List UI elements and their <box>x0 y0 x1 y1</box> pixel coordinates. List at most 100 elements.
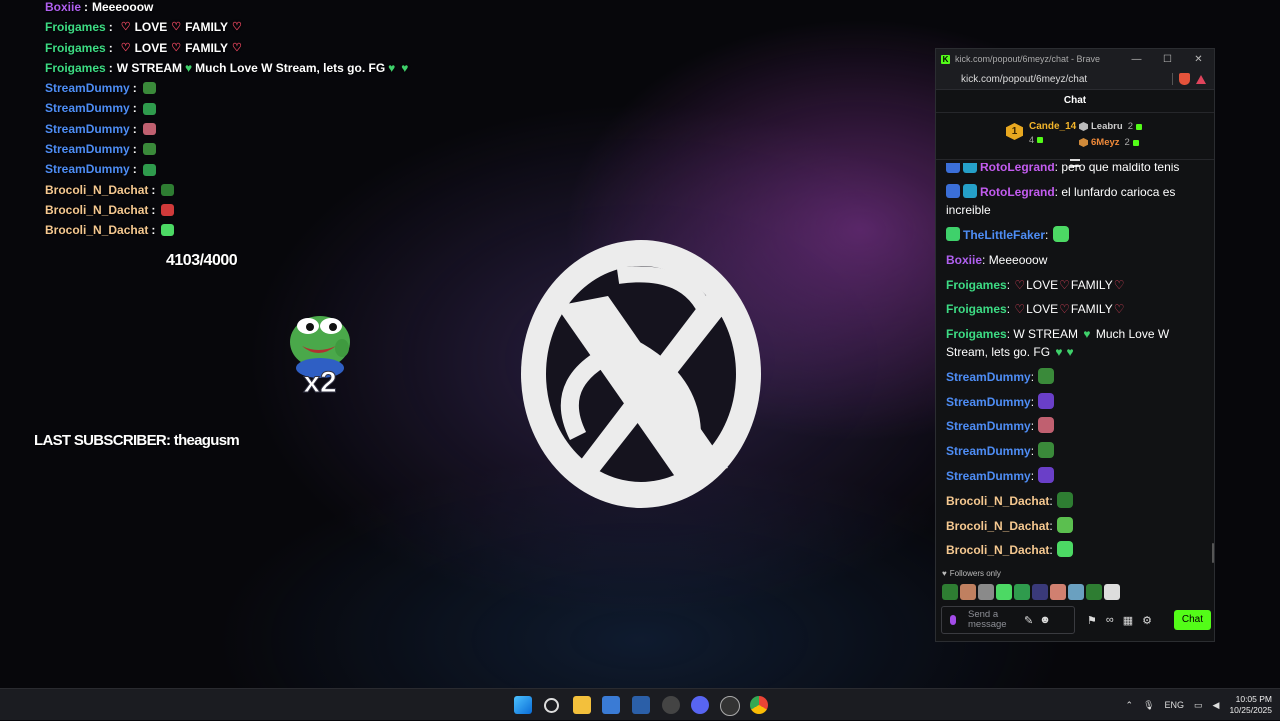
maximize-button[interactable]: ☐ <box>1152 54 1183 65</box>
microphone-icon[interactable] <box>950 615 956 625</box>
divider <box>1172 73 1173 85</box>
recent-emote-icon[interactable] <box>1068 584 1084 600</box>
recent-emote-icon[interactable] <box>978 584 994 600</box>
file-explorer-icon[interactable] <box>573 696 591 714</box>
overlay-chat-user: Brocoli_N_Dachat <box>45 202 149 217</box>
heart-emote-icon: ♡ <box>232 41 242 54</box>
recent-emote-icon[interactable] <box>996 584 1012 600</box>
overlay-chat-line: Brocoli_N_Dachat: <box>45 180 411 200</box>
green-heart-icon: ♥ <box>1083 327 1091 342</box>
network-icon[interactable]: ▭ <box>1194 700 1203 711</box>
multiplier-text: x2 <box>303 366 336 399</box>
overlay-chat-line: Froigames: W STREAM ♥ Much Love W Stream, l… <box>45 58 411 78</box>
chat-message: Brocoli_N_Dachat: <box>946 488 1194 513</box>
leader-3: 6Meyz 2 <box>1079 137 1139 148</box>
store-app-icon[interactable] <box>602 696 620 714</box>
minimize-button[interactable]: — <box>1121 54 1152 65</box>
gift-icon <box>1132 139 1139 146</box>
chat-messages: RotoLegrand: pero que maldito tenis RotoL… <box>936 163 1204 615</box>
chat-username[interactable]: StreamDummy <box>946 444 1031 458</box>
gift-icon <box>1135 123 1142 130</box>
chat-username[interactable]: Froigames <box>946 278 1007 292</box>
chat-composer: Send a message ✎ ☻ ⚑ ∞ ▦ ⚙ Chat <box>941 605 1211 635</box>
chat-message-text: W STREAM <box>1013 327 1082 342</box>
recent-emote-icon[interactable] <box>942 584 958 600</box>
recent-emote-icon[interactable] <box>1032 584 1048 600</box>
emoji-icon[interactable]: ☻ <box>1039 614 1051 626</box>
recent-emote-icon[interactable] <box>1104 584 1120 600</box>
message-input[interactable]: Send a message ✎ ☻ <box>941 606 1075 634</box>
separator: : <box>108 40 113 55</box>
clock[interactable]: 10:05 PM 10/25/2025 <box>1229 694 1272 716</box>
sub-goal-counter: 4103/4000 <box>166 252 238 269</box>
windows-start-icon[interactable] <box>514 696 532 714</box>
brave-rewards-icon[interactable] <box>1196 74 1206 84</box>
app-icon[interactable] <box>632 696 650 714</box>
chat-username[interactable]: Boxiie <box>946 253 982 267</box>
chat-username[interactable]: Froigames <box>946 327 1007 341</box>
volume-icon[interactable]: ◀ <box>1213 700 1220 711</box>
search-icon[interactable] <box>544 698 559 713</box>
gift-subs-icon[interactable]: ⚑ <box>1087 614 1097 627</box>
user-badge-icon <box>963 184 977 199</box>
chat-username[interactable]: StreamDummy <box>946 469 1031 483</box>
settings-gear-icon[interactable]: ⚙ <box>1142 614 1152 627</box>
store-icon[interactable]: ▦ <box>1123 614 1133 627</box>
separator: : <box>132 142 137 157</box>
overlay-chat-text: Much Love W Stream, lets go. FG <box>195 60 386 75</box>
settings-app-icon[interactable] <box>662 696 680 714</box>
chat-username[interactable]: StreamDummy <box>946 419 1031 433</box>
emote-icon <box>1038 392 1055 409</box>
kick-logo-icon: K <box>941 54 950 64</box>
system-tray: ⌃ 🎙 ENG ▭ ◀ 10:05 PM 10/25/2025 <box>1126 689 1272 721</box>
infinity-icon[interactable]: ∞ <box>1106 614 1114 626</box>
recent-emote-icon[interactable] <box>1050 584 1066 600</box>
emote-icon <box>1057 541 1074 558</box>
language-indicator[interactable]: ENG <box>1165 700 1185 710</box>
chrome-icon[interactable] <box>750 696 768 714</box>
emote-icon <box>161 183 175 196</box>
chat-username[interactable]: StreamDummy <box>946 370 1031 384</box>
chat-message: Boxiie: Meeeooow <box>946 252 1048 267</box>
overlay-chat-user: StreamDummy <box>45 121 130 136</box>
windows-taskbar: ⌃ 🎙 ENG ▭ ◀ 10:05 PM 10/25/2025 <box>0 688 1280 720</box>
overlay-chat-line: Brocoli_N_Dachat: <box>45 200 411 220</box>
chat-username[interactable]: RotoLegrand <box>980 163 1055 174</box>
chat-username[interactable]: Brocoli_N_Dachat <box>946 543 1049 557</box>
gift-leaderboard[interactable]: 1 Cande_14 4 Leabru 2 6Meyz 2 <box>936 113 1214 160</box>
rank-1-badge-icon: 1 <box>1006 123 1023 140</box>
last-subscriber-label: LAST SUBSCRIBER: theagusm <box>34 432 240 449</box>
close-button[interactable]: ✕ <box>1183 54 1214 65</box>
chat-username[interactable]: Brocoli_N_Dachat <box>946 494 1049 508</box>
url-text[interactable]: kick.com/popout/6meyz/chat <box>961 74 1087 85</box>
overlay-chat-text: FAMILY <box>185 40 229 55</box>
chat-message: StreamDummy: <box>946 364 1194 389</box>
overlay-chat-user: Froigames <box>45 20 106 35</box>
discord-icon[interactable] <box>691 696 709 714</box>
brave-shields-icon[interactable] <box>1179 73 1190 85</box>
chat-scrollbar[interactable] <box>1212 543 1214 563</box>
separator: : <box>151 182 156 197</box>
send-chat-button[interactable]: Chat <box>1173 610 1211 630</box>
chevron-up-icon[interactable]: ⌃ <box>1126 700 1134 711</box>
overlay-chat-line: StreamDummy: <box>45 119 411 139</box>
chat-username[interactable]: Brocoli_N_Dachat <box>946 519 1049 533</box>
chat-username[interactable]: StreamDummy <box>946 395 1031 409</box>
address-bar[interactable]: kick.com/popout/6meyz/chat <box>936 69 1214 90</box>
emote-icon <box>1038 367 1055 384</box>
chat-message: RotoLegrand: el lunfardo carioca es incr… <box>946 184 1176 218</box>
overlay-chat-text: Meeeooow <box>92 0 154 14</box>
microphone-tray-icon[interactable]: 🎙 <box>1143 700 1154 711</box>
translate-icon[interactable]: ✎ <box>1024 614 1033 627</box>
recent-emote-icon[interactable] <box>1086 584 1102 600</box>
heart-emote-icon: ♡ <box>1059 302 1070 317</box>
recent-emotes-bar[interactable] <box>942 584 1120 600</box>
heart-icon: ♥ <box>942 569 947 578</box>
chat-username[interactable]: RotoLegrand <box>980 185 1055 199</box>
chat-username[interactable]: TheLittleFaker <box>963 228 1045 242</box>
recent-emote-icon[interactable] <box>960 584 976 600</box>
chat-username[interactable]: Froigames <box>946 302 1007 316</box>
overlay-chat-user: Brocoli_N_Dachat <box>45 182 149 197</box>
steam-icon[interactable] <box>720 696 740 716</box>
recent-emote-icon[interactable] <box>1014 584 1030 600</box>
